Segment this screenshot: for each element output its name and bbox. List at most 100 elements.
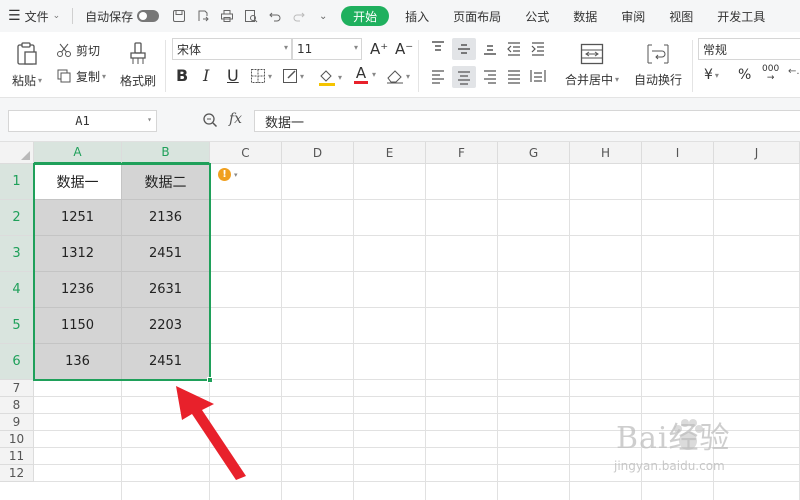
- redo-icon[interactable]: [287, 0, 311, 32]
- clear-format-button[interactable]: ▾: [386, 68, 410, 84]
- row-header-5[interactable]: 5: [0, 308, 34, 344]
- tab-3[interactable]: 公式: [513, 0, 561, 32]
- select-all-corner[interactable]: [0, 142, 34, 164]
- distributed-button[interactable]: [530, 68, 546, 84]
- column-header-f[interactable]: F: [426, 142, 498, 164]
- row-header-10[interactable]: 10: [0, 431, 34, 448]
- font-color-icon: A: [355, 64, 367, 82]
- toggle-switch-icon[interactable]: [137, 10, 160, 22]
- column-header-g[interactable]: G: [498, 142, 570, 164]
- row-header-12[interactable]: 12: [0, 465, 34, 482]
- row-header-3[interactable]: 3: [0, 236, 34, 272]
- justify-button[interactable]: [506, 68, 522, 84]
- cell-b6[interactable]: 2451: [122, 344, 210, 380]
- copy-button[interactable]: 复制 ▾: [56, 66, 106, 86]
- paste-button[interactable]: 粘贴 ▾: [10, 38, 44, 92]
- shrink-font-button[interactable]: A⁻: [395, 40, 413, 58]
- font-color-button[interactable]: A: [354, 66, 368, 84]
- bold-button[interactable]: B: [176, 66, 188, 85]
- row-header-9[interactable]: 9: [0, 414, 34, 431]
- font-size-select[interactable]: 11 ▾: [292, 38, 362, 60]
- borders-button[interactable]: ▾: [250, 68, 272, 84]
- font-color-dropdown[interactable]: ▾: [370, 70, 376, 79]
- column-header-a[interactable]: A: [34, 142, 122, 164]
- cell-a1[interactable]: 数据一: [34, 164, 122, 200]
- copy-label: 复制: [76, 69, 101, 84]
- cell-a6[interactable]: 136: [34, 344, 122, 380]
- hamburger-icon: ☰: [8, 8, 21, 24]
- name-box[interactable]: A1 ▾: [8, 110, 157, 132]
- format-painter-button[interactable]: 格式刷: [118, 38, 158, 92]
- increase-indent-button[interactable]: [530, 40, 546, 56]
- cell-b5[interactable]: 2203: [122, 308, 210, 344]
- align-bottom-button[interactable]: [482, 40, 498, 56]
- print-icon[interactable]: [215, 0, 239, 32]
- cell-b4[interactable]: 2631: [122, 272, 210, 308]
- cell-a2[interactable]: 1251: [34, 200, 122, 236]
- cell-b2[interactable]: 2136: [122, 200, 210, 236]
- tab-4[interactable]: 数据: [561, 0, 609, 32]
- row-header-2[interactable]: 2: [0, 200, 34, 236]
- export-icon[interactable]: [191, 0, 215, 32]
- font-name-select[interactable]: 宋体 ▾: [172, 38, 292, 60]
- file-menu[interactable]: ☰ 文件 ⌄: [0, 0, 68, 32]
- merge-center-button[interactable]: 合并居中 ▾: [562, 38, 622, 92]
- column-header-e[interactable]: E: [354, 142, 426, 164]
- formula-input-value: 数据一: [265, 115, 305, 131]
- cell-b3[interactable]: 2451: [122, 236, 210, 272]
- column-header-j[interactable]: J: [714, 142, 800, 164]
- save-icon[interactable]: [167, 0, 191, 32]
- scissors-icon: [57, 43, 71, 57]
- tab-5[interactable]: 审阅: [609, 0, 657, 32]
- cell-b1[interactable]: 数据二: [122, 164, 210, 200]
- align-left-icon: [432, 70, 444, 84]
- row-header-11[interactable]: 11: [0, 448, 34, 465]
- quick-access-more-icon[interactable]: ⌄: [311, 0, 335, 32]
- wrap-text-button[interactable]: 自动换行: [630, 38, 686, 92]
- format-painter-label: 格式刷: [119, 73, 156, 88]
- row-header-6[interactable]: 6: [0, 344, 34, 380]
- align-middle-button[interactable]: [452, 38, 476, 60]
- fill-color-button[interactable]: ▾: [318, 68, 342, 86]
- cell-a3[interactable]: 1312: [34, 236, 122, 272]
- print-preview-icon[interactable]: [239, 0, 263, 32]
- align-center-button[interactable]: [452, 66, 476, 88]
- cell-style-button[interactable]: ▾: [282, 68, 304, 84]
- row-header-7[interactable]: 7: [0, 380, 34, 397]
- column-header-c[interactable]: C: [210, 142, 282, 164]
- formula-input[interactable]: 数据一: [254, 110, 800, 132]
- align-top-button[interactable]: [430, 40, 446, 56]
- underline-button[interactable]: U: [227, 66, 239, 85]
- row-header-8[interactable]: 8: [0, 397, 34, 414]
- row-header-4[interactable]: 4: [0, 272, 34, 308]
- italic-button[interactable]: I: [203, 66, 209, 85]
- column-header-h[interactable]: H: [570, 142, 642, 164]
- column-header-d[interactable]: D: [282, 142, 354, 164]
- currency-button[interactable]: ¥ ▾: [704, 67, 719, 83]
- tab-0[interactable]: 开始: [341, 6, 390, 26]
- chevron-down-icon: ▾: [300, 71, 305, 81]
- tab-7[interactable]: 开发工具: [705, 0, 777, 32]
- grow-font-button[interactable]: A⁺: [370, 40, 388, 58]
- cut-button[interactable]: 剪切: [56, 40, 100, 60]
- align-right-button[interactable]: [482, 68, 498, 84]
- column-header-b[interactable]: B: [122, 142, 210, 164]
- percent-button[interactable]: %: [738, 67, 751, 83]
- cell-a5[interactable]: 1150: [34, 308, 122, 344]
- undo-icon[interactable]: [263, 0, 287, 32]
- autosave-toggle[interactable]: 自动保存: [77, 0, 167, 32]
- zoom-formula-button[interactable]: [202, 112, 218, 131]
- tab-6[interactable]: 视图: [657, 0, 705, 32]
- number-format-select[interactable]: 常规: [698, 38, 800, 60]
- align-left-button[interactable]: [430, 68, 446, 84]
- tab-1[interactable]: 插入: [393, 0, 441, 32]
- row-header-1[interactable]: 1: [0, 164, 34, 200]
- fx-icon[interactable]: fx: [229, 111, 242, 127]
- column-header-i[interactable]: I: [642, 142, 714, 164]
- tab-2[interactable]: 页面布局: [441, 0, 513, 32]
- thousands-separator-button[interactable]: 000 →: [762, 65, 779, 83]
- decrease-indent-button[interactable]: [506, 40, 522, 56]
- increase-decimal-button[interactable]: ←.0: [788, 66, 800, 77]
- cell-a4[interactable]: 1236: [34, 272, 122, 308]
- error-check-button[interactable]: ! ▾: [218, 168, 238, 181]
